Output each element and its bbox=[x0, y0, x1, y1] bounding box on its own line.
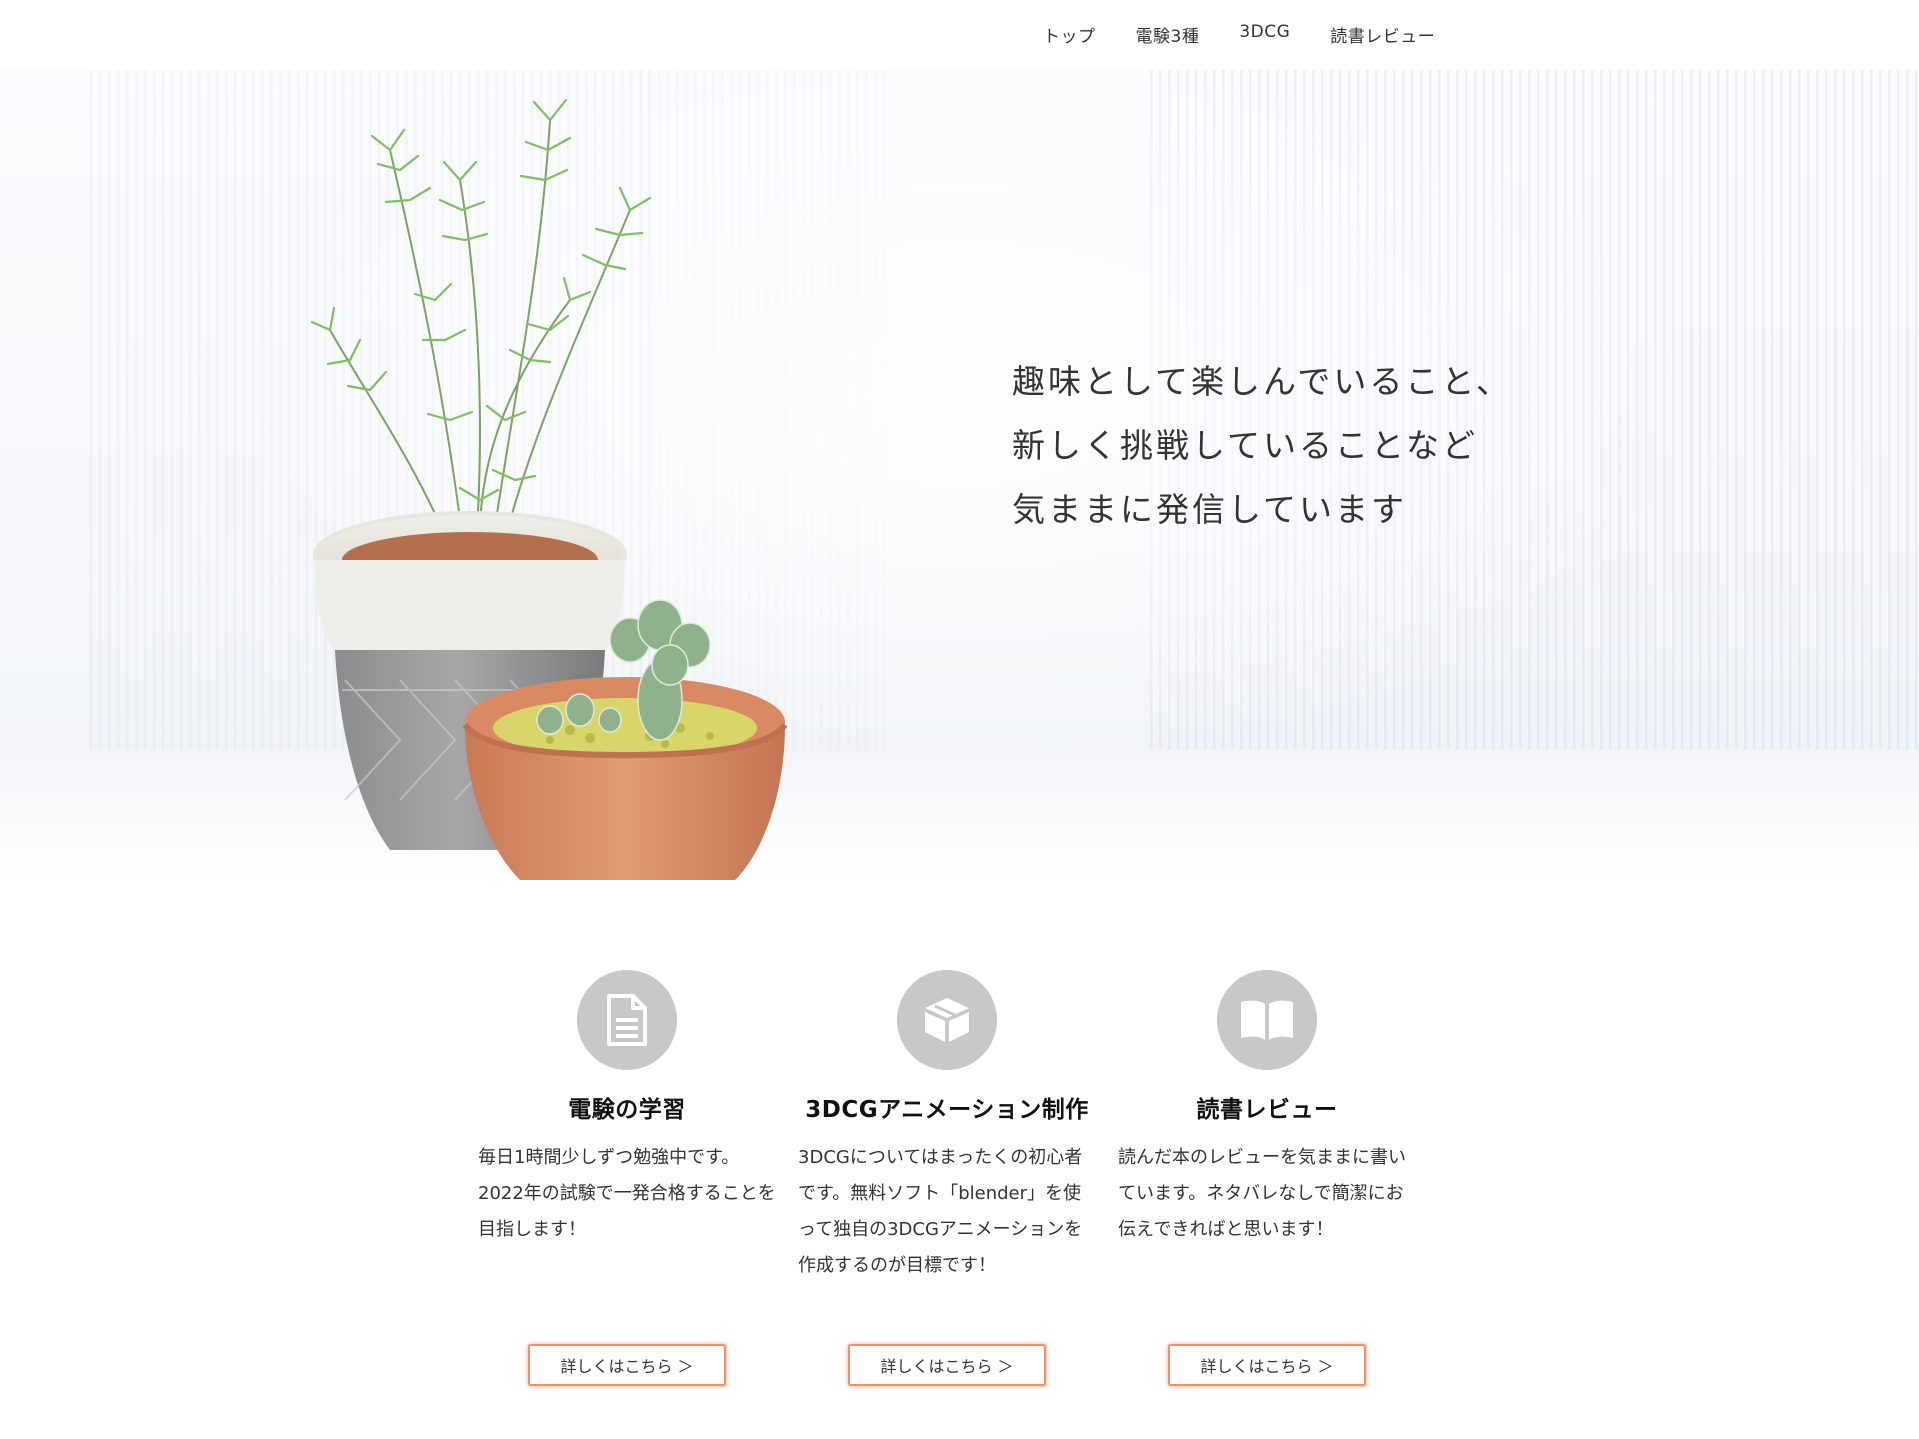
card-title: 電験の学習 bbox=[568, 1097, 686, 1123]
nav-item-top[interactable]: トップ bbox=[1043, 22, 1096, 47]
details-button[interactable]: 詳しくはこちら ＞ bbox=[528, 1344, 726, 1386]
nav-link[interactable]: 3DCG bbox=[1239, 22, 1290, 42]
hero-line: 気ままに発信しています bbox=[1012, 490, 1408, 529]
hero-line: 趣味として楽しんでいること、 bbox=[1012, 362, 1513, 401]
hero-section: 趣味として楽しんでいること、 新しく挑戦していることなど 気ままに発信しています bbox=[0, 0, 1919, 880]
nav-link[interactable]: 電験3種 bbox=[1136, 27, 1200, 47]
nav-item-denken[interactable]: 電験3種 bbox=[1136, 22, 1200, 47]
card-description: 毎日1時間少しずつ勉強中です。2022年の試験で一発合格することを目指します！ bbox=[478, 1147, 776, 1240]
nav-menu: トップ 電験3種 3DCG 読書レビュー bbox=[1043, 22, 1435, 47]
card-description: 読んだ本のレビューを気ままに書いています。ネタバレなしで簡潔にお伝えできればと思… bbox=[1118, 1147, 1406, 1240]
hero-tagline: 趣味として楽しんでいること、 新しく挑戦していることなど 気ままに発信しています bbox=[1012, 350, 1512, 542]
document-icon bbox=[577, 970, 677, 1070]
nav-item-book-review[interactable]: 読書レビュー bbox=[1330, 22, 1435, 47]
nav-item-3dcg[interactable]: 3DCG bbox=[1239, 22, 1290, 47]
plant-photo bbox=[310, 98, 788, 880]
details-button[interactable]: 詳しくはこちら ＞ bbox=[848, 1344, 1046, 1386]
card-description: 3DCGについてはまったくの初心者です。無料ソフト「blender」を使って独自… bbox=[798, 1147, 1083, 1276]
cube-icon bbox=[897, 970, 997, 1070]
hero-line: 新しく挑戦していることなど bbox=[1012, 426, 1479, 465]
nav-link[interactable]: トップ bbox=[1043, 27, 1096, 47]
card-denken: 電験の学習 毎日1時間少しずつ勉強中です。2022年の試験で一発合格することを目… bbox=[478, 970, 798, 1386]
card-book-review: 読書レビュー 読んだ本のレビューを気ままに書いています。ネタバレなしで簡潔にお伝… bbox=[1118, 970, 1438, 1386]
card-3dcg: 3DCGアニメーション制作 3DCGについてはまったくの初心者です。無料ソフト「… bbox=[798, 970, 1118, 1386]
card-title: 読書レビュー bbox=[1196, 1097, 1338, 1123]
card-title: 3DCGアニメーション制作 bbox=[805, 1097, 1089, 1123]
book-icon bbox=[1217, 970, 1317, 1070]
top-navigation: トップ 電験3種 3DCG 読書レビュー bbox=[0, 0, 1919, 70]
details-button[interactable]: 詳しくはこちら ＞ bbox=[1168, 1344, 1366, 1386]
feature-cards: 電験の学習 毎日1時間少しずつ勉強中です。2022年の試験で一発合格することを目… bbox=[478, 970, 1438, 1386]
nav-link[interactable]: 読書レビュー bbox=[1330, 27, 1435, 47]
